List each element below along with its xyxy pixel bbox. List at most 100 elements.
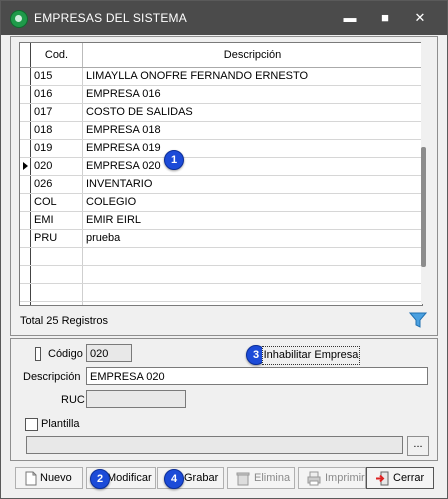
cell-descripcion: prueba: [86, 232, 121, 244]
column-divider: [82, 104, 83, 121]
row-indicator: [20, 194, 31, 211]
table-row[interactable]: 019 EMPRESA 019: [20, 140, 422, 158]
trash-icon: [236, 472, 250, 486]
column-divider: [82, 122, 83, 139]
table-row[interactable]: [20, 266, 422, 284]
table-row[interactable]: 017 COSTO DE SALIDAS: [20, 104, 422, 122]
inhabilitar-empresa-button[interactable]: Inhabilitar Empresa: [262, 346, 360, 365]
codigo-label: Código: [48, 348, 83, 360]
table-row[interactable]: COL COLEGIO: [20, 194, 422, 212]
row-indicator: [20, 140, 31, 157]
row-indicator: [20, 302, 31, 305]
edit-form-panel: Código 020 3 Inhabilitar Empresa Descrip…: [10, 338, 438, 461]
title-bar[interactable]: EMPRESAS DEL SISTEMA ▬ ■ ✕: [1, 1, 447, 35]
cell-cod: EMI: [34, 214, 54, 226]
cell-cod: COL: [34, 196, 57, 208]
exit-door-icon: [376, 471, 389, 486]
ruc-label: RUC: [61, 394, 85, 406]
cell-cod: 019: [34, 142, 53, 154]
toolbar: Nuevo Modificar 2 Grabar 4 Elimina Impri…: [10, 463, 436, 491]
column-divider: [82, 194, 83, 211]
current-row-indicator-icon: [20, 158, 31, 175]
cell-cod: 015: [34, 70, 53, 82]
plantilla-field[interactable]: [26, 436, 403, 454]
column-divider: [82, 266, 83, 283]
cerrar-button[interactable]: Cerrar: [366, 467, 434, 489]
cell-descripcion: EMPRESA 018: [86, 124, 161, 136]
column-header-descripcion[interactable]: Descripción: [83, 43, 422, 67]
elimina-label: Elimina: [254, 472, 291, 484]
cell-descripcion: EMPRESA 019: [86, 142, 161, 154]
cell-descripcion: COLEGIO: [86, 196, 137, 208]
column-header-cod[interactable]: Cod.: [31, 43, 83, 67]
table-row[interactable]: [20, 248, 422, 266]
column-divider: [82, 68, 83, 85]
row-indicator: [20, 68, 31, 85]
row-indicator-header: [20, 43, 31, 67]
table-row[interactable]: [20, 302, 422, 305]
minimize-button[interactable]: ▬: [339, 8, 361, 28]
cell-descripcion: LIMAYLLA ONOFRE FERNANDO ERNESTO: [86, 70, 309, 82]
callout-badge-1: 1: [164, 150, 184, 170]
filter-icon[interactable]: [409, 311, 427, 329]
nuevo-label: Nuevo: [40, 472, 72, 484]
row-indicator: [20, 86, 31, 103]
cell-descripcion: EMPRESA 020: [86, 160, 161, 172]
imprimir-label: Imprimir: [325, 472, 365, 484]
cell-cod: 016: [34, 88, 53, 100]
callout-badge-4: 4: [164, 469, 184, 489]
codigo-marker-icon: [35, 347, 41, 361]
cell-descripcion: EMPRESA 016: [86, 88, 161, 100]
ruc-field[interactable]: [86, 390, 186, 408]
elimina-button[interactable]: Elimina: [227, 467, 295, 489]
cell-cod: 017: [34, 106, 53, 118]
app-icon: [10, 10, 28, 28]
table-row[interactable]: 018 EMPRESA 018: [20, 122, 422, 140]
grid-panel: Cod. Descripción 015 LIMAYLLA ONOFRE FERN…: [10, 36, 438, 336]
plantilla-label: Plantilla: [41, 418, 80, 430]
codigo-field[interactable]: 020: [86, 344, 132, 362]
cell-cod: 020: [34, 160, 53, 172]
row-indicator: [20, 230, 31, 247]
table-row[interactable]: 020 EMPRESA 020: [20, 158, 422, 176]
row-indicator: [20, 266, 31, 283]
window-title: EMPRESAS DEL SISTEMA: [34, 11, 187, 25]
table-row[interactable]: EMI EMIR EIRL: [20, 212, 422, 230]
row-indicator: [20, 248, 31, 265]
scrollbar-thumb[interactable]: [421, 147, 426, 267]
column-divider: [82, 248, 83, 265]
column-divider: [82, 284, 83, 301]
cell-descripcion: EMIR EIRL: [86, 214, 142, 226]
column-divider: [82, 302, 83, 305]
cell-descripcion: COSTO DE SALIDAS: [86, 106, 193, 118]
cell-descripcion: INVENTARIO: [86, 178, 153, 190]
cerrar-label: Cerrar: [393, 472, 425, 484]
column-divider: [82, 212, 83, 229]
table-row[interactable]: [20, 284, 422, 302]
nuevo-button[interactable]: Nuevo: [15, 467, 83, 489]
close-button[interactable]: ✕: [409, 8, 431, 28]
plantilla-browse-button[interactable]: ...: [407, 436, 429, 456]
callout-badge-2: 2: [90, 469, 110, 489]
new-document-icon: [25, 471, 37, 486]
grid-scrollbar[interactable]: [421, 42, 426, 304]
cell-cod: PRU: [34, 232, 58, 244]
row-indicator: [20, 284, 31, 301]
companies-grid[interactable]: Cod. Descripción 015 LIMAYLLA ONOFRE FERN…: [19, 42, 423, 306]
descripcion-field[interactable]: EMPRESA 020: [86, 367, 428, 385]
descripcion-label: Descripción: [23, 371, 81, 383]
row-indicator: [20, 212, 31, 229]
table-row[interactable]: 016 EMPRESA 016: [20, 86, 422, 104]
column-divider: [82, 176, 83, 193]
window: EMPRESAS DEL SISTEMA ▬ ■ ✕ Cod. Descripc…: [0, 0, 448, 499]
grid-rows: 015 LIMAYLLA ONOFRE FERNANDO ERNESTO 016 EM…: [20, 68, 422, 305]
table-row[interactable]: 026 INVENTARIO: [20, 176, 422, 194]
table-row[interactable]: PRU prueba: [20, 230, 422, 248]
grid-header: Cod. Descripción: [20, 43, 422, 68]
imprimir-button[interactable]: Imprimir: [298, 467, 366, 489]
maximize-button[interactable]: ■: [374, 8, 396, 28]
column-divider: [82, 86, 83, 103]
table-row[interactable]: 015 LIMAYLLA ONOFRE FERNANDO ERNESTO: [20, 68, 422, 86]
plantilla-checkbox[interactable]: [25, 418, 38, 431]
row-indicator: [20, 176, 31, 193]
